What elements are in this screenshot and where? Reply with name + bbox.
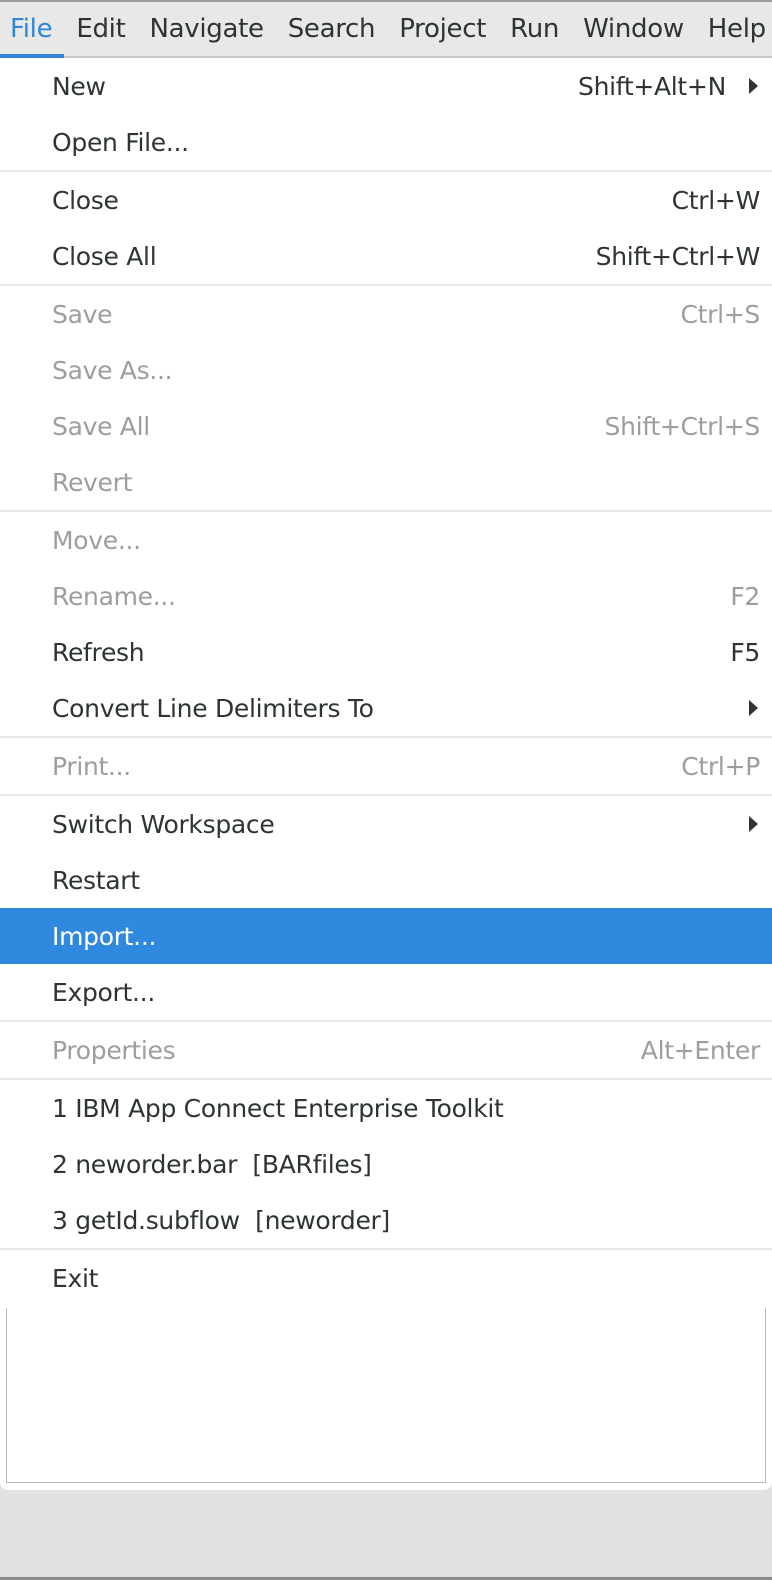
menu-item-shortcut: Shift+Ctrl+W [595,241,761,271]
menu-item-recent-2[interactable]: 2 neworder.bar [BARfiles] [0,1136,772,1192]
menu-search[interactable]: Search [276,2,388,56]
menu-item-save-all: Save All Shift+Ctrl+S [0,398,772,454]
submenu-arrow-icon [749,78,758,94]
menu-item-label: Restart [52,865,140,895]
menu-item-revert: Revert [0,454,772,510]
menu-edit[interactable]: Edit [64,2,137,56]
menu-item-label: Save All [52,411,150,441]
menu-item-properties: Properties Alt+Enter [0,1022,772,1078]
menu-item-label: Close All [52,241,157,271]
menu-item-recent-1[interactable]: 1 IBM App Connect Enterprise Toolkit [0,1080,772,1136]
menu-item-import[interactable]: Import... [0,908,772,964]
menu-item-shortcut: F5 [730,637,760,667]
menu-item-restart[interactable]: Restart [0,852,772,908]
menu-item-label: Rename... [52,581,176,611]
menu-item-label: Open File... [52,127,189,157]
menu-item-label: New [52,71,106,101]
submenu-arrow-icon [749,700,758,716]
menu-item-switch-workspace[interactable]: Switch Workspace [0,796,772,852]
menu-item-label: Refresh [52,637,145,667]
menu-item-shortcut: Ctrl+W [671,185,761,215]
submenu-arrow-icon [749,816,758,832]
background-panel [6,1308,766,1483]
menu-file[interactable]: File [0,2,65,58]
menu-item-label: Convert Line Delimiters To [52,693,374,723]
menu-item-shortcut: Shift+Alt+N [578,71,726,101]
menu-item-recent-3[interactable]: 3 getId.subflow [neworder] [0,1192,772,1248]
menu-window[interactable]: Window [571,2,696,56]
menu-item-label: Print... [52,751,131,781]
menu-item-new[interactable]: New Shift+Alt+N [0,58,772,114]
menu-item-exit[interactable]: Exit [0,1250,772,1306]
menu-item-label: Revert [52,467,133,497]
menu-item-label: 1 IBM App Connect Enterprise Toolkit [52,1093,504,1123]
menu-item-label: 2 neworder.bar [BARfiles] [52,1149,372,1179]
menu-item-save: Save Ctrl+S [0,286,772,342]
file-menu-dropdown: New Shift+Alt+N Open File... Close Ctrl+… [0,58,772,1308]
menu-item-label: Move... [52,525,141,555]
menu-item-print: Print... Ctrl+P [0,738,772,794]
menu-bar: File Edit Navigate Search Project Run Wi… [0,2,772,58]
menu-item-shortcut: F2 [730,581,760,611]
menu-item-close[interactable]: Close Ctrl+W [0,172,772,228]
menu-item-open-file[interactable]: Open File... [0,114,772,170]
menu-item-shortcut: Shift+Ctrl+S [604,411,761,441]
menu-run[interactable]: Run [498,2,571,56]
menu-item-label: Import... [52,921,157,951]
menu-item-export[interactable]: Export... [0,964,772,1020]
menu-item-label: 3 getId.subflow [neworder] [52,1205,390,1235]
menu-item-refresh[interactable]: Refresh F5 [0,624,772,680]
menu-item-save-as: Save As... [0,342,772,398]
menu-item-label: Close [52,185,119,215]
menu-item-shortcut: Ctrl+P [681,751,760,781]
menu-item-shortcut: Alt+Enter [640,1035,761,1065]
menu-item-label: Properties [52,1035,176,1065]
menu-project[interactable]: Project [387,2,498,56]
menu-item-rename: Rename... F2 [0,568,772,624]
menu-navigate[interactable]: Navigate [137,2,275,56]
menu-item-move: Move... [0,512,772,568]
menu-help[interactable]: Help [696,2,766,56]
menu-item-close-all[interactable]: Close All Shift+Ctrl+W [0,228,772,284]
menu-item-label: Switch Workspace [52,809,275,839]
menu-item-shortcut: Ctrl+S [680,299,761,329]
menu-item-label: Save [52,299,113,329]
menu-item-label: Export... [52,977,155,1007]
menu-item-label: Save As... [52,355,173,385]
menu-item-label: Exit [52,1263,99,1293]
menu-item-convert-line-delimiters[interactable]: Convert Line Delimiters To [0,680,772,736]
